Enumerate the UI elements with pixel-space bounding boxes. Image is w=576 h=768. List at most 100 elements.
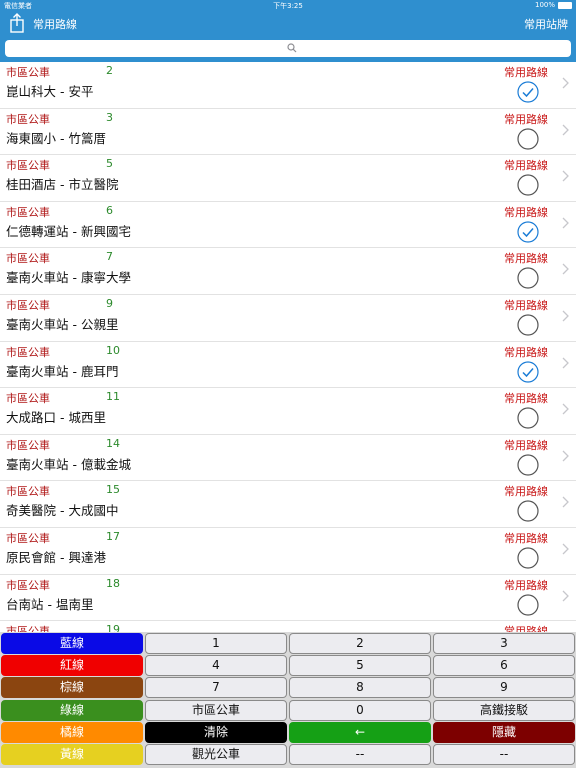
search-input[interactable] [5,40,571,57]
keypad-key[interactable]: 9 [433,677,575,699]
checked-circle-icon[interactable] [517,360,539,383]
battery-status: 100% [535,1,572,9]
chevron-right-icon [562,170,569,182]
checked-circle-icon[interactable] [517,221,539,243]
keypad-key[interactable]: 1 [145,633,287,654]
route-row[interactable]: 市區公車 9 臺南火車站 - 公親里 常用路線 [0,295,576,342]
favorite-route-label: 常用路線 [504,66,548,79]
keypad-key[interactable]: 2 [289,633,431,654]
chevron-right-icon [562,357,569,369]
keypad-key[interactable]: 橘線 [1,721,143,743]
chevron-right-icon [562,124,569,136]
unchecked-circle-icon[interactable] [517,267,539,289]
unchecked-circle-icon[interactable] [517,547,539,569]
chevron-right-icon [562,77,569,89]
route-row[interactable]: 市區公車 19 常用路線 [0,621,576,632]
chevron-right-icon [562,403,569,415]
chevron-right-icon [562,496,569,508]
keypad-key[interactable]: 7 [145,677,287,699]
keypad-key[interactable]: 5 [289,655,431,677]
route-row[interactable]: 市區公車 6 仁德轉運站 - 新興國宅 常用路線 [0,202,576,249]
route-type: 市區公車 [6,159,50,173]
keypad-key[interactable]: 綠線 [1,699,143,721]
keypad-key[interactable]: 6 [433,655,575,677]
route-type: 市區公車 [6,298,50,312]
route-list: 市區公車 2 崑山科大 - 安平 常用路線 市區公車 3 海東國小 - 竹篙厝 常用路線 市區公… [0,62,576,632]
route-type: 市區公車 [6,252,50,266]
keypad-key[interactable]: 高鐵接駁 [433,699,575,721]
unchecked-circle-icon[interactable] [517,593,539,616]
favorite-stops-button[interactable]: 常用站牌 [524,16,568,32]
checked-circle-icon[interactable] [517,81,539,103]
route-name: 臺南火車站 - 億載金城 [6,456,131,472]
route-number: 19 [106,623,120,632]
status-bar: 電信業者 下午3:25 100% [0,0,576,11]
route-name: 臺南火車站 - 公親里 [6,316,119,332]
nav-bar: 常用路線 常用站牌 [0,11,576,36]
route-row[interactable]: 市區公車 15 奇美醫院 - 大成國中 常用路線 [0,481,576,528]
route-row[interactable]: 市區公車 17 原民會館 - 興達港 常用路線 [0,528,576,575]
unchecked-circle-icon[interactable] [517,407,539,429]
route-name: 仁德轉運站 - 新興國宅 [6,223,131,239]
favorite-route-label: 常用路線 [504,392,548,406]
favorite-route-label: 常用路線 [504,578,548,592]
chevron-right-icon [562,590,569,601]
keypad-key[interactable]: -- [289,744,431,765]
keypad-key[interactable]: 3 [433,633,575,654]
route-type: 市區公車 [6,205,50,219]
route-name: 崑山科大 - 安平 [6,84,94,99]
route-row[interactable]: 市區公車 3 海東國小 - 竹篙厝 常用路線 [0,109,576,156]
status-time: 下午3:25 [273,2,303,10]
unchecked-circle-icon[interactable] [517,174,539,196]
route-row[interactable]: 市區公車 14 臺南火車站 - 億載金城 常用路線 [0,435,576,482]
chevron-right-icon [562,263,569,275]
keypad-key[interactable]: 8 [289,677,431,699]
keypad-key[interactable]: 紅線 [1,655,143,677]
favorite-route-label: 常用路線 [504,112,548,126]
unchecked-circle-icon[interactable] [517,127,539,150]
route-number: 9 [106,296,113,310]
battery-icon [558,1,572,9]
route-number: 10 [106,343,120,357]
chevron-right-icon [562,217,569,229]
route-name: 臺南火車站 - 康寧大學 [6,270,131,286]
unchecked-circle-icon[interactable] [517,500,539,522]
favorite-route-label: 常用路線 [504,485,548,499]
keypad-key[interactable]: 棕線 [1,677,143,699]
route-row[interactable]: 市區公車 7 臺南火車站 - 康寧大學 常用路線 [0,248,576,295]
route-number: 11 [106,390,120,404]
unchecked-circle-icon[interactable] [517,314,539,336]
keypad-key[interactable]: 清除 [145,721,287,743]
backspace-button[interactable]: ← [289,721,431,743]
route-type: 市區公車 [6,578,50,592]
favorite-route-label: 常用路線 [504,159,548,173]
route-number: 7 [106,250,113,264]
keypad-key[interactable]: -- [433,744,575,765]
keypad-key[interactable]: 觀光公車 [145,744,287,765]
route-type: 市區公車 [6,485,50,499]
keypad-key[interactable]: 藍線 [1,633,143,654]
keypad-key[interactable]: 黃線 [1,744,143,765]
route-row[interactable]: 市區公車 11 大成路口 - 城西里 常用路線 [0,388,576,435]
favorite-route-label: 常用路線 [504,625,548,632]
route-name: 奇美醫院 - 大成國中 [6,503,119,519]
keypad-key[interactable]: 4 [145,655,287,677]
favorite-route-label: 常用路線 [504,252,548,266]
route-type: 市區公車 [6,625,50,632]
unchecked-circle-icon[interactable] [517,454,539,476]
route-name: 臺南火車站 - 鹿耳門 [6,363,119,379]
route-name: 原民會館 - 興達港 [6,549,106,565]
route-row[interactable]: 市區公車 2 崑山科大 - 安平 常用路線 [0,62,576,109]
route-name: 桂田酒店 - 市立醫院 [6,177,119,193]
keypad-key[interactable]: 0 [289,699,431,721]
route-row[interactable]: 市區公車 5 桂田酒店 - 市立醫院 常用路線 [0,155,576,202]
route-type: 市區公車 [6,392,50,406]
route-number: 15 [106,483,120,497]
route-row[interactable]: 市區公車 10 臺南火車站 - 鹿耳門 常用路線 [0,342,576,389]
route-row[interactable]: 市區公車 18 台南站 - 塭南里 常用路線 [0,575,576,622]
keypad-key[interactable]: 市區公車 [145,699,287,721]
search-bar [0,36,576,62]
keypad-key[interactable]: 隱藏 [433,721,575,743]
route-number: 2 [106,64,113,77]
share-icon[interactable] [8,13,26,33]
